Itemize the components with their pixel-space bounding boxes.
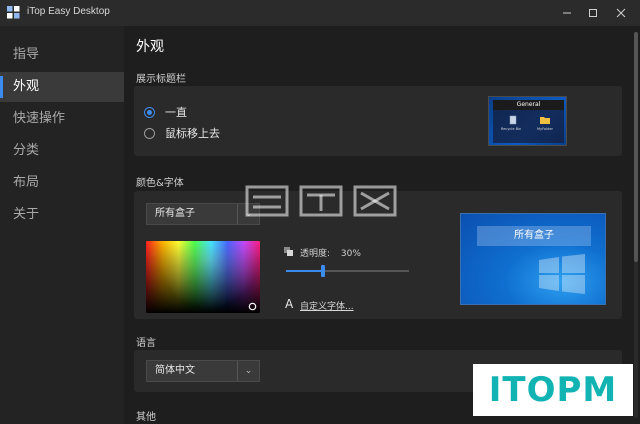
minimize-icon [563,12,571,14]
opacity-slider-fill [286,270,323,272]
sidebar-item-appearance[interactable]: 外观 [0,72,124,102]
sidebar-item-guide[interactable]: 指导 [0,40,124,70]
radio-indicator [144,106,155,118]
opacity-label-text: 透明度: [300,249,331,259]
opacity-label: 透明度: 30% [300,246,361,259]
close-button[interactable] [606,0,636,26]
sidebar-item-quick-actions[interactable]: 快速操作 [0,104,124,134]
sidebar-item-about[interactable]: 关于 [0,200,124,230]
maximize-button[interactable] [578,0,608,26]
box-color-preview: 所有盒子 [460,213,606,305]
sidebar: 指导 外观 快速操作 分类 布局 关于 [0,26,124,424]
opacity-value: 30% [340,249,361,259]
color-font-panel: 所有盒子 ⌄ 透明度: 30% A 自定义字体... 所有盒子 [134,191,622,319]
sidebar-item-categories[interactable]: 分类 [0,136,124,166]
radio-always-label: 一直 [165,106,187,119]
radio-always[interactable]: 一直 [144,104,187,120]
preview-item-myfolder: MyFolder [537,127,553,131]
radio-on-hover-label: 鼠标移上去 [165,127,220,140]
preview-body: Recycle Bin MyFolder [493,110,564,143]
section-label-color-font: 颜色&字体 [136,178,184,189]
language-select-value: 简体中文 [155,365,195,376]
preview-header: General [493,100,564,110]
preview-box-title: 所有盒子 [477,226,591,246]
radio-indicator [144,127,155,139]
box-select[interactable]: 所有盒子 ⌄ [146,203,260,225]
close-icon [616,8,626,18]
section-label-title-bar: 展示标题栏 [136,74,186,85]
chevron-down-icon: ⌄ [237,361,259,381]
box-select-value: 所有盒子 [155,208,195,219]
sidebar-item-layout[interactable]: 布局 [0,168,124,198]
opacity-icon [284,247,293,256]
opacity-slider-thumb[interactable] [320,265,325,277]
title-bar: iTop Easy Desktop [0,0,640,26]
windows-logo-icon [539,254,585,294]
color-light-layer [146,241,260,313]
scrollbar-thumb[interactable] [634,32,638,262]
font-icon: A [285,297,294,311]
app-title: iTop Easy Desktop [27,6,110,17]
title-bar-panel: 一直 鼠标移上去 General Recycle Bin MyFolder [134,86,622,156]
custom-font-link[interactable]: 自定义字体... [300,299,354,312]
itopm-watermark: ITOPM [473,364,633,416]
preview-item-recycle-bin: Recycle Bin [501,127,522,131]
radio-on-hover[interactable]: 鼠标移上去 [144,125,220,141]
color-picker-handle[interactable] [248,302,257,311]
app-logo-icon [7,6,20,19]
page-title: 外观 [136,39,164,55]
section-label-other: 其他 [136,412,156,423]
chevron-down-icon: ⌄ [237,204,259,224]
title-bar-preview: General Recycle Bin MyFolder [488,96,567,146]
recycle-bin-icon [509,115,517,125]
section-label-language: 语言 [136,338,156,349]
maximize-icon [589,9,597,17]
language-select[interactable]: 简体中文 ⌄ [146,360,260,382]
folder-icon [540,117,550,124]
color-picker-field[interactable] [146,241,260,313]
opacity-slider[interactable] [286,265,409,277]
